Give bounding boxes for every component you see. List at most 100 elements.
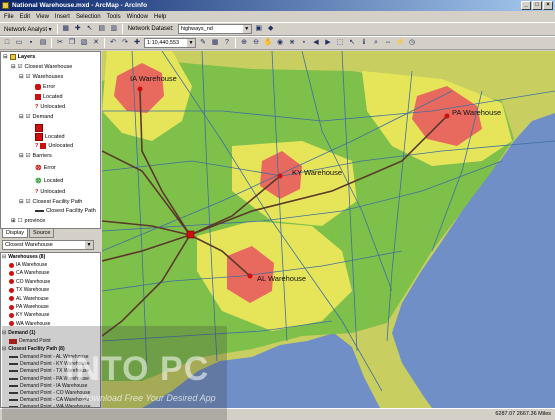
- hyperlink-icon[interactable]: ⚡: [395, 38, 405, 48]
- toc-barriers-unlocated: ? Unlocated: [35, 189, 65, 195]
- network-dataset-dropdown[interactable]: highways_nd ▼: [177, 24, 252, 34]
- na-warehouse-label: AL Warehouse: [16, 295, 49, 302]
- list-item[interactable]: TX Warehouse: [9, 287, 49, 293]
- toc-barriers-error-label: Error: [43, 164, 56, 171]
- pan-icon[interactable]: ✋: [263, 38, 273, 48]
- toc-demand[interactable]: ⊟ ☑ Demand: [19, 114, 53, 120]
- undo-icon[interactable]: ↶: [108, 38, 118, 48]
- toc-demand-symbol: [35, 124, 43, 132]
- list-item[interactable]: PA Warehouse: [9, 304, 49, 310]
- map-scale-dropdown[interactable]: 1:10,440,553 ▼: [144, 38, 196, 48]
- menu-selection[interactable]: Selection: [76, 14, 101, 20]
- collapse-icon[interactable]: ⊟: [19, 74, 24, 80]
- identify-icon[interactable]: ℹ: [359, 38, 369, 48]
- toc-barriers[interactable]: ⊟ ☑ Barriers: [19, 153, 52, 159]
- analysis-layer-dropdown[interactable]: Closest Warehouse ▼: [2, 240, 94, 250]
- toc-barriers-located: ⊗ Located: [35, 176, 63, 185]
- toc-unlocated-label: Unlocated: [40, 104, 66, 110]
- fixed-zoom-in-icon[interactable]: ⋇: [287, 38, 297, 48]
- list-item[interactable]: CA Warehouse: [9, 270, 49, 276]
- expand-icon[interactable]: ⊞: [11, 218, 16, 224]
- tab-display[interactable]: Display: [2, 229, 29, 238]
- paste-icon[interactable]: ▧: [79, 38, 89, 48]
- na-warehouse-label: KY Warehouse: [16, 312, 50, 319]
- analysis-layer-value: Closest Warehouse: [5, 242, 53, 248]
- demand-symbol-icon: [35, 124, 43, 132]
- print-icon[interactable]: ▤: [38, 38, 48, 48]
- measure-icon[interactable]: ⇔: [383, 38, 393, 48]
- checkbox-checked-icon[interactable]: ☑: [18, 64, 23, 70]
- window-icon[interactable]: ▣: [254, 24, 264, 34]
- na-warehouses-header-label: Warehouses (8): [8, 254, 46, 260]
- warehouse-marker[interactable]: [444, 113, 450, 119]
- toc-province[interactable]: ⊞ ☐ province: [11, 218, 45, 224]
- checkbox-checked-icon[interactable]: ☑: [26, 74, 31, 80]
- warehouse-marker[interactable]: [137, 86, 143, 92]
- full-extent-icon[interactable]: ◉: [275, 38, 285, 48]
- warehouse-marker[interactable]: [247, 273, 253, 279]
- checkbox-checked-icon[interactable]: ☑: [26, 153, 31, 159]
- toc-closest-facility-path[interactable]: ⊟ ☑ Closest Facility Path: [19, 199, 82, 205]
- menu-insert[interactable]: Insert: [55, 14, 70, 20]
- delete-icon[interactable]: ✕: [91, 38, 101, 48]
- toc-warehouses-label: Warehouses: [32, 74, 64, 80]
- collapse-icon[interactable]: ⊟: [2, 254, 6, 260]
- build-icon[interactable]: ◆: [266, 24, 276, 34]
- collapse-icon[interactable]: ⊟: [19, 153, 24, 159]
- help-icon[interactable]: ?: [222, 38, 232, 48]
- collapse-icon[interactable]: ⊟: [19, 114, 24, 120]
- list-item[interactable]: IA Warehouse: [9, 262, 47, 268]
- tab-source[interactable]: Source: [29, 229, 55, 238]
- checkbox-checked-icon[interactable]: ☑: [26, 114, 31, 120]
- cut-icon[interactable]: ✂: [55, 38, 65, 48]
- menu-tools[interactable]: Tools: [107, 14, 121, 20]
- toc-layers-label: Layers: [17, 54, 36, 60]
- collapse-icon[interactable]: ⊟: [19, 199, 24, 205]
- na-warehouse-label: PA Warehouse: [16, 304, 49, 310]
- minimize-button[interactable]: _: [521, 1, 531, 10]
- list-item[interactable]: CO Warehouse: [9, 279, 50, 285]
- add-data-icon[interactable]: ✚: [132, 38, 142, 48]
- menu-help[interactable]: Help: [154, 14, 166, 20]
- menu-edit[interactable]: Edit: [20, 14, 30, 20]
- collapse-icon[interactable]: ⊟: [11, 64, 16, 70]
- collapse-icon[interactable]: ⊟: [3, 54, 8, 60]
- menu-file[interactable]: File: [4, 14, 14, 20]
- na-warehouses-header[interactable]: ⊟ Warehouses (8): [2, 254, 45, 260]
- maximize-button[interactable]: □: [532, 1, 542, 10]
- toc-closest-warehouse[interactable]: ⊟ ☑ Closest Warehouse: [11, 64, 72, 70]
- warehouse-marker[interactable]: [277, 173, 283, 179]
- solve-icon[interactable]: ▤: [97, 24, 107, 34]
- forward-extent-icon[interactable]: ▶: [323, 38, 333, 48]
- select-features-icon[interactable]: ⬚: [335, 38, 345, 48]
- new-analysis-icon[interactable]: ▦: [61, 24, 71, 34]
- list-item[interactable]: KY Warehouse: [9, 312, 49, 318]
- network-analyst-menu[interactable]: Network Analyst ▾: [2, 26, 54, 33]
- select-location-icon[interactable]: ↖: [85, 24, 95, 34]
- menu-view[interactable]: View: [36, 14, 49, 20]
- new-document-icon[interactable]: □: [2, 38, 12, 48]
- close-button[interactable]: ×: [543, 1, 553, 10]
- menu-window[interactable]: Window: [127, 14, 148, 20]
- save-icon[interactable]: ▪: [26, 38, 36, 48]
- copy-icon[interactable]: ❐: [67, 38, 77, 48]
- checkbox-unchecked-icon[interactable]: ☐: [18, 218, 23, 224]
- fixed-zoom-out-icon[interactable]: ⋆: [299, 38, 309, 48]
- find-icon[interactable]: ⌕: [371, 38, 381, 48]
- demand-point-marker[interactable]: [186, 230, 195, 239]
- toc-layers[interactable]: ⊟ Layers: [3, 54, 35, 60]
- editor-icon[interactable]: ✎: [198, 38, 208, 48]
- create-location-icon[interactable]: ✚: [73, 24, 83, 34]
- redo-icon[interactable]: ↷: [120, 38, 130, 48]
- list-item[interactable]: AL Warehouse: [9, 296, 49, 302]
- checkbox-checked-icon[interactable]: ☑: [26, 199, 31, 205]
- open-icon[interactable]: ▭: [14, 38, 24, 48]
- zoom-out-icon[interactable]: ⊖: [251, 38, 261, 48]
- select-elements-icon[interactable]: ↖: [347, 38, 357, 48]
- back-extent-icon[interactable]: ◀: [311, 38, 321, 48]
- zoom-in-icon[interactable]: ⊕: [239, 38, 249, 48]
- directions-icon[interactable]: ▥: [109, 24, 119, 34]
- toc-warehouses[interactable]: ⊟ ☑ Warehouses: [19, 74, 63, 80]
- arctoolbox-icon[interactable]: ▦: [210, 38, 220, 48]
- time-slider-icon[interactable]: ◷: [407, 38, 417, 48]
